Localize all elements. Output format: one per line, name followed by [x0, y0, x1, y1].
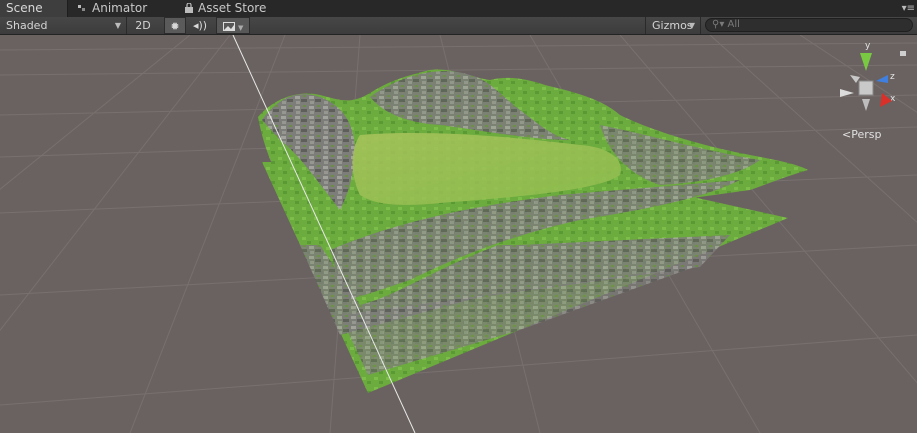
chevron-down-icon: ▼: [688, 21, 695, 30]
scene-lighting-toggle[interactable]: ✹: [164, 17, 186, 34]
tab-asset-store[interactable]: Asset Store: [184, 0, 266, 17]
gizmo-neg-y-cone[interactable]: [862, 99, 870, 111]
tab-bar: Scene Animator Asset Store ▾≡: [0, 0, 917, 18]
gizmo-y-cone[interactable]: [860, 53, 872, 71]
gizmo-y-label: y: [865, 41, 871, 51]
lock-icon: [184, 1, 194, 13]
2d-mode-toggle[interactable]: 2D: [130, 17, 156, 34]
animator-icon: [78, 1, 88, 11]
tab-animator-label: Animator: [92, 1, 148, 15]
scene-effects-dropdown[interactable]: ▼: [216, 17, 250, 34]
search-placeholder: All: [727, 19, 740, 30]
gizmo-neg-x-cone[interactable]: [840, 89, 854, 97]
2d-mode-label: 2D: [135, 19, 151, 32]
gizmo-z-label: z: [890, 72, 895, 82]
tab-asset-store-label: Asset Store: [198, 1, 267, 15]
tab-animator[interactable]: Animator: [78, 0, 147, 17]
projection-label: Persp: [851, 128, 882, 141]
gizmo-x-label: x: [890, 94, 896, 104]
tab-scene[interactable]: Scene: [0, 0, 68, 17]
scene-viewport[interactable]: y z x <Persp: [0, 35, 917, 433]
scene-render: [0, 35, 917, 433]
tab-scene-label: Scene: [6, 1, 43, 15]
projection-toggle[interactable]: <Persp: [842, 128, 881, 141]
chevron-down-icon: ▼: [114, 21, 121, 30]
gizmo-center-cube[interactable]: [858, 80, 874, 96]
scene-window: Scene Animator Asset Store ▾≡ Shaded ▼ 2…: [0, 0, 917, 433]
shading-mode-dropdown[interactable]: Shaded ▼: [0, 17, 127, 34]
gizmos-label: Gizmos: [652, 19, 693, 32]
perspective-icon: <: [842, 128, 852, 141]
gizmos-dropdown[interactable]: Gizmos ▼: [645, 17, 701, 34]
scene-toolbar: Shaded ▼ 2D ✹ ◂)) ▼ Gizmos ▼ ⚲▾ All: [0, 17, 917, 35]
gizmo-lock-icon[interactable]: [900, 51, 906, 56]
search-icon: ⚲▾: [712, 19, 725, 30]
hierarchy-search-input[interactable]: ⚲▾ All: [705, 18, 913, 32]
image-icon: [222, 20, 239, 33]
scene-audio-toggle[interactable]: ◂)): [189, 17, 211, 34]
gizmo-z-cone[interactable]: [876, 75, 888, 83]
speaker-icon: ◂)): [192, 19, 208, 32]
sun-icon: ✹: [170, 20, 180, 33]
tab-menu-icon[interactable]: ▾≡: [902, 3, 915, 15]
shading-mode-label: Shaded: [6, 19, 48, 32]
chevron-down-icon: ▼: [238, 24, 244, 32]
scene-orientation-gizmo[interactable]: y z x: [832, 39, 910, 119]
